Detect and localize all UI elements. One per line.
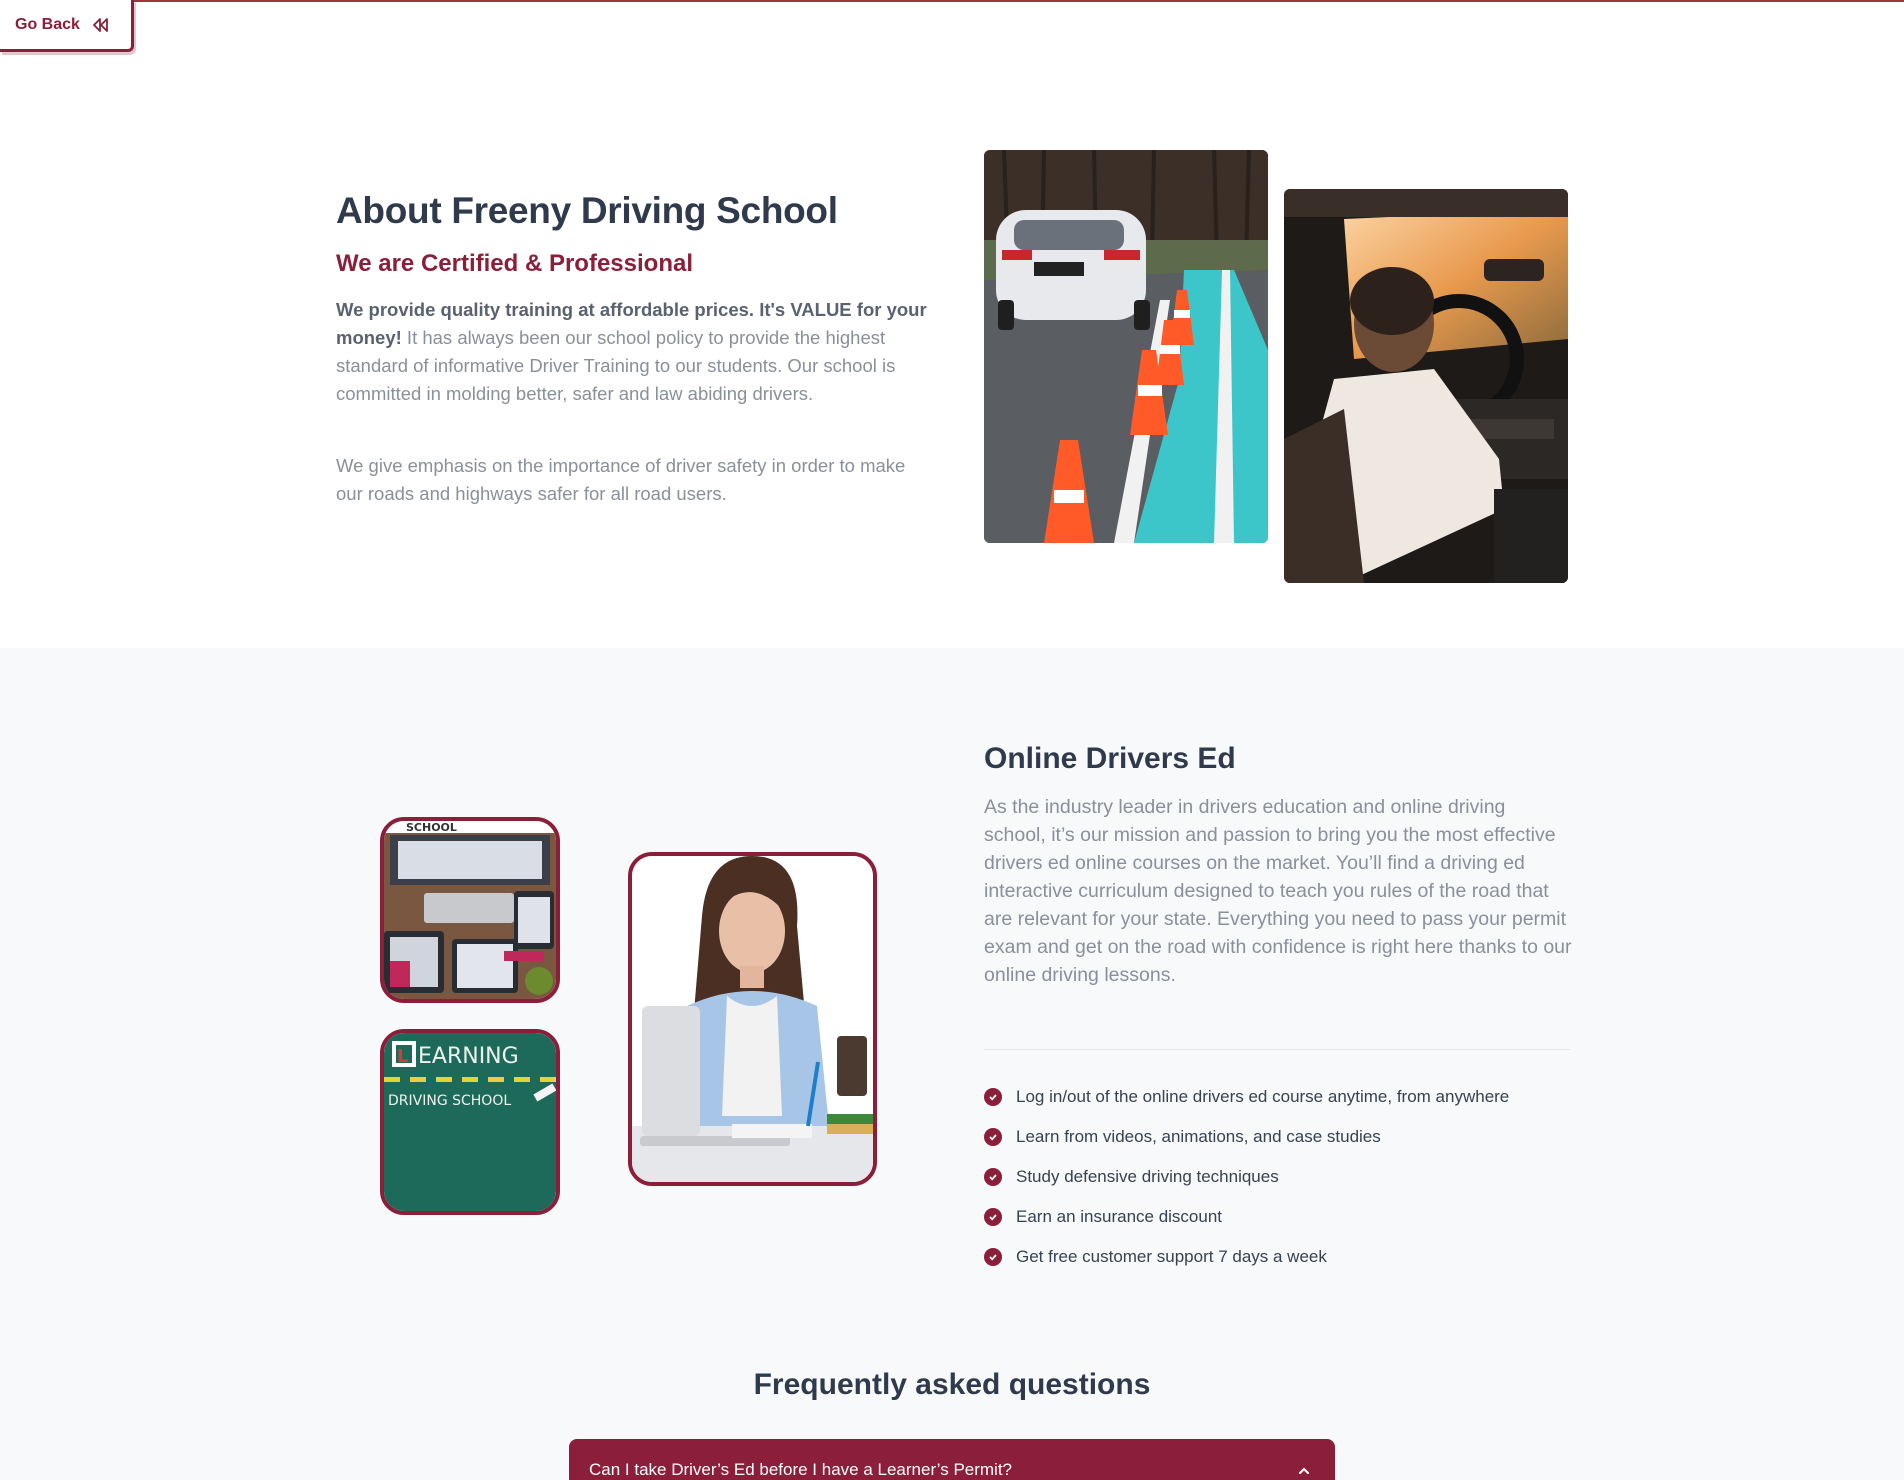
learning-letter: L bbox=[397, 1046, 408, 1067]
divider bbox=[984, 1049, 1570, 1050]
check-icon bbox=[984, 1128, 1002, 1146]
list-item: Log in/out of the online drivers ed cour… bbox=[984, 1077, 1509, 1117]
list-item: Earn an insurance discount bbox=[984, 1197, 1509, 1237]
woman-laptop-image bbox=[628, 852, 877, 1186]
list-item: Study defensive driving techniques bbox=[984, 1157, 1509, 1197]
man-driving-photo bbox=[1284, 189, 1568, 583]
feature-list: Log in/out of the online drivers ed cour… bbox=[984, 1077, 1509, 1277]
top-accent-line bbox=[0, 0, 1904, 2]
faq-item-header[interactable]: Can I take Driver’s Ed before I have a L… bbox=[569, 1439, 1335, 1480]
go-back-button[interactable]: Go Back bbox=[0, 0, 134, 52]
about-paragraph-2: We give emphasis on the importance of dr… bbox=[336, 455, 906, 504]
list-item: Get free customer support 7 days a week bbox=[984, 1237, 1509, 1277]
learning-subtext: DRIVING SCHOOL bbox=[388, 1093, 511, 1109]
rewind-icon bbox=[93, 17, 108, 32]
feature-text: Earn an insurance discount bbox=[1016, 1207, 1223, 1226]
devices-image-label: SCHOOL bbox=[406, 821, 457, 834]
devices-school-image: SCHOOL bbox=[380, 817, 560, 1003]
faq-question: Can I take Driver’s Ed before I have a L… bbox=[589, 1460, 1013, 1479]
about-section bbox=[0, 0, 1904, 648]
learning-text: EARNING bbox=[418, 1044, 519, 1069]
list-item: Learn from videos, animations, and case … bbox=[984, 1117, 1509, 1157]
online-section bbox=[0, 648, 1904, 1480]
about-paragraph-1: We provide quality training at affordabl… bbox=[336, 296, 928, 408]
online-title: Online Drivers Ed bbox=[984, 742, 1236, 775]
online-paragraph: As the industry leader in drivers educat… bbox=[984, 796, 1572, 986]
about-paragraph-1-rest: It has always been our school policy to … bbox=[336, 327, 896, 404]
faq-title: Frequently asked questions bbox=[753, 1368, 1151, 1401]
feature-text: Get free customer support 7 days a week bbox=[1016, 1247, 1327, 1266]
about-subtitle: We are Certified & Professional bbox=[336, 250, 693, 277]
feature-text: Learn from videos, animations, and case … bbox=[1016, 1127, 1381, 1146]
about-title: About Freeny Driving School bbox=[336, 190, 838, 231]
check-icon bbox=[984, 1168, 1002, 1186]
feature-text: Study defensive driving techniques bbox=[1016, 1167, 1279, 1186]
go-back-label: Go Back bbox=[15, 15, 80, 33]
check-icon bbox=[984, 1208, 1002, 1226]
feature-text: Log in/out of the online drivers ed cour… bbox=[1016, 1087, 1510, 1106]
check-icon bbox=[984, 1248, 1002, 1266]
car-cones-photo bbox=[984, 150, 1268, 543]
check-icon bbox=[984, 1088, 1002, 1106]
chevron-up-icon bbox=[1299, 1467, 1309, 1474]
learning-chalkboard-image: L EARNING DRIVING SCHOOL bbox=[380, 1029, 560, 1215]
